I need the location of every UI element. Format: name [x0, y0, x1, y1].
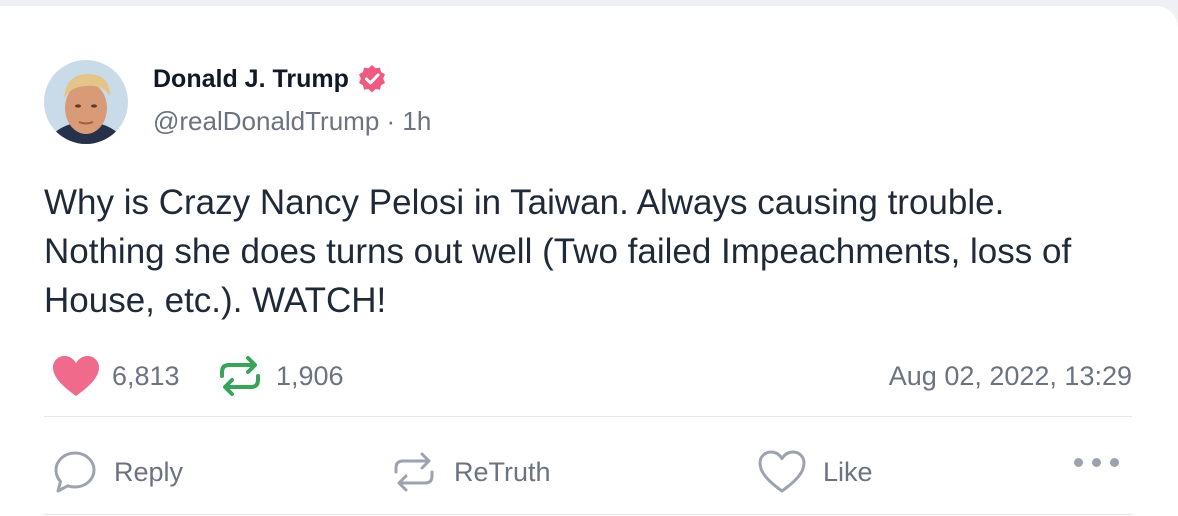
like-label: Like [823, 456, 873, 487]
handle-row: @realDonaldTrump · 1h [153, 106, 431, 137]
post-timestamp[interactable]: Aug 02, 2022, 13:29 [889, 346, 1132, 406]
stats-row: 6,813 1,906 Aug 02, 2022, 13:29 [44, 346, 1132, 406]
handle-separator: · [386, 106, 403, 136]
reply-label: Reply [114, 456, 184, 487]
retruths-count: 1,906 [276, 360, 344, 391]
retruths-stat[interactable]: 1,906 [216, 346, 344, 406]
avatar-image [44, 60, 128, 144]
more-dots-icon[interactable] [1074, 458, 1119, 467]
reply-button[interactable]: Reply [52, 442, 183, 502]
likes-count: 6,813 [112, 360, 180, 391]
heart-filled-icon [52, 355, 100, 397]
divider-bottom [44, 514, 1132, 515]
divider-top [44, 416, 1132, 417]
avatar[interactable] [44, 60, 128, 144]
author-name[interactable]: Donald J. Trump [153, 65, 349, 94]
author-handle[interactable]: @realDonaldTrump [153, 106, 379, 136]
verified-badge-icon [357, 64, 387, 94]
likes-stat[interactable]: 6,813 [52, 346, 180, 406]
author-row: Donald J. Trump [153, 64, 387, 94]
like-button[interactable]: Like [757, 442, 873, 502]
retruth-button[interactable]: ReTruth [390, 442, 551, 502]
post-text: Why is Crazy Nancy Pelosi in Taiwan. Alw… [44, 183, 1072, 320]
retruth-label: ReTruth [454, 456, 551, 487]
post-card: Donald J. Trump @realDonaldTrump · 1h Wh… [0, 6, 1178, 516]
retruth-icon [390, 448, 438, 496]
heart-outline-icon [757, 449, 807, 495]
chat-bubble-icon [52, 449, 98, 495]
relative-time[interactable]: 1h [402, 106, 431, 136]
retruth-icon [216, 352, 264, 400]
